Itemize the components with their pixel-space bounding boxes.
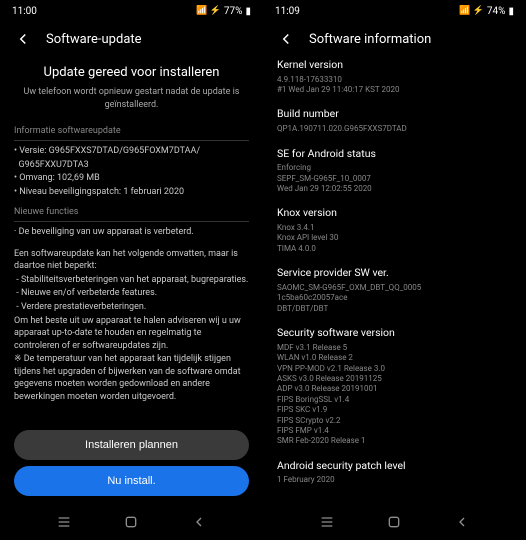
info-value: DBT/DBT/DBT [277,304,512,314]
info-value: Knox API level 30 [277,233,512,243]
nav-home-icon[interactable] [386,514,402,530]
header: Software-update [0,22,263,58]
info-value: SMR Feb-2020 Release 1 [277,436,512,446]
back-icon[interactable] [277,30,295,48]
body-1: Een softwareupdate kan het volgende omva… [14,248,249,273]
info-value: #1 Wed Jan 29 11:40:17 KST 2020 [277,85,512,95]
info-label: Service provider SW ver. [277,266,512,281]
info-value: 4.9.118-17633310 [277,75,512,85]
nav-back-icon[interactable] [191,514,207,530]
info-version-2: G965FXXU7DTA3 [14,159,249,172]
new-item-1: · De beveiliging van uw apparaat is verb… [14,226,249,239]
body-4: - Verdere prestatieverbeteringen. [14,301,249,314]
info-value: Knox 3.4.1 [277,223,512,233]
update-title: Update gereed voor installeren [14,64,249,82]
battery-icon: ▮ [508,6,514,17]
update-subtitle: Uw telefoon wordt opnieuw gestart nadat … [14,86,249,111]
content-right[interactable]: Kernel version 4.9.118-17633310#1 Wed Jan… [263,58,526,504]
header-title: Software-update [46,32,142,47]
nav-recents-icon[interactable] [56,514,72,530]
info-item[interactable]: Knox version Knox 3.4.1Knox API level 30T… [277,206,512,254]
status-right: 📶 ⚡ 74% ▮ [459,6,514,17]
body-2: - Stabiliteitsverbeteringen van het appa… [14,274,249,287]
phone-right: 11:09 📶 ⚡ 74% ▮ Software information Ker… [263,0,526,540]
action-buttons: Installeren plannen Nu install. [14,430,249,496]
info-label: Security software version [277,326,512,341]
nav-bar [263,504,526,540]
info-value: SAOMC_SM-G965F_OXM_DBT_QQ_0005 [277,283,512,293]
nav-bar [0,504,263,540]
info-size: • Omvang: 102,69 MB [14,172,249,185]
info-value: Wed Jan 29 12:02:55 2020 [277,184,512,194]
nav-back-icon[interactable] [454,514,470,530]
section-info-head: Informatie softwareupdate [14,125,249,141]
info-value: ASKS v3.0 Release 20191125 [277,374,512,384]
info-item[interactable]: Kernel version 4.9.118-17633310#1 Wed Jan… [277,58,512,95]
info-patch: • Niveau beveiligingspatch: 1 februari 2… [14,186,249,199]
info-value: FIPS SKC v1.9 [277,405,512,415]
phone-left: 11:00 📶 ⚡ 77% ▮ Software-update Update g… [0,0,263,540]
status-time: 11:00 [12,6,37,17]
info-value: QP1A.190711.020.G965FXXS7DTAD [277,124,512,134]
info-label: Android security patch level [277,459,512,474]
info-value: FIPS BoringSSL v1.4 [277,395,512,405]
info-value: MDF v3.1 Release 5 [277,343,512,353]
status-time: 11:09 [275,6,300,17]
info-label: Kernel version [277,58,512,73]
status-battery: 74% [487,6,506,17]
info-value: Enforcing [277,163,512,173]
info-item[interactable]: Security software version MDF v3.1 Releas… [277,326,512,447]
info-label: Build number [277,107,512,122]
battery-icon: ▮ [245,6,251,17]
info-value: WLAN v1.0 Release 2 [277,353,512,363]
header: Software information [263,22,526,58]
info-label: SE for Android status [277,147,512,162]
section-new-head: Nieuwe functies [14,206,249,222]
info-value: ADP v3.0 Release 20191001 [277,384,512,394]
info-value: SEPF_SM-G965F_10_0007 [277,174,512,184]
status-bar: 11:09 📶 ⚡ 74% ▮ [263,0,526,22]
body-5: Om het beste uit uw apparaat te halen ad… [14,315,249,353]
status-bar: 11:00 📶 ⚡ 77% ▮ [0,0,263,22]
status-battery: 77% [224,6,243,17]
info-item[interactable]: Android security patch level1 February 2… [277,459,512,486]
info-value: 1 February 2020 [277,475,512,485]
plan-install-button[interactable]: Installeren plannen [14,430,249,460]
info-value: FIPS SCrypto v2.2 [277,416,512,426]
header-title: Software information [309,32,431,47]
body-6: ※ De temperatuur van het apparaat kan ti… [14,353,249,403]
nav-recents-icon[interactable] [319,514,335,530]
info-item[interactable]: Build number QP1A.190711.020.G965FXXS7DTA… [277,107,512,134]
info-version-1: • Versie: G965FXXS7DTAD/G965FOXM7DTAA/ [14,145,249,158]
status-icons: 📶 ⚡ [459,6,484,16]
body-3: - Nieuwe en/of verbeterde features. [14,287,249,300]
info-label: Knox version [277,206,512,221]
info-value: FIPS FMP v1.4 [277,426,512,436]
status-icons: 📶 ⚡ [196,6,221,16]
info-value: 1c5ba60c20057ace [277,293,512,303]
install-now-button[interactable]: Nu install. [14,466,249,496]
info-value: VPN PP-MOD v2.1 Release 3.0 [277,364,512,374]
info-item[interactable]: SE for Android statusEnforcingSEPF_SM-G9… [277,147,512,195]
status-right: 📶 ⚡ 77% ▮ [196,6,251,17]
info-item[interactable]: Service provider SW ver. SAOMC_SM-G965F_O… [277,266,512,314]
nav-home-icon[interactable] [123,514,139,530]
back-icon[interactable] [14,30,32,48]
info-value: TIMA 4.0.0 [277,244,512,254]
